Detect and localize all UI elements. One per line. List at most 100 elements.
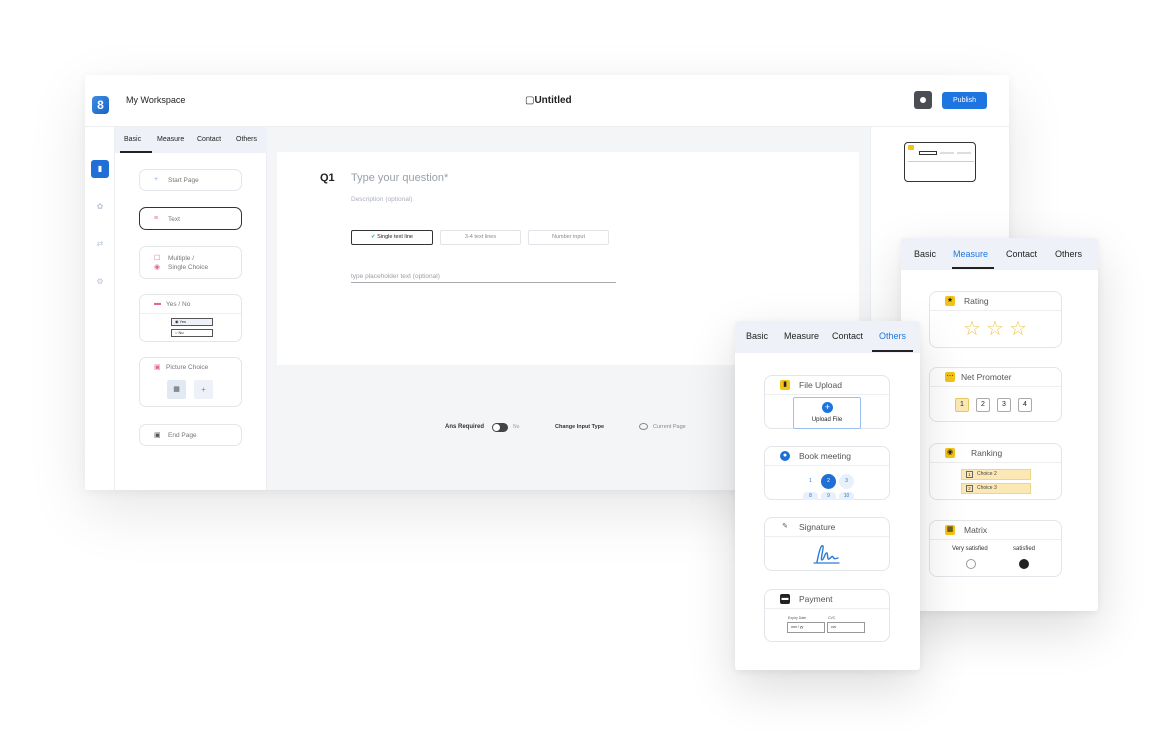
page-thumbnail[interactable] — [904, 142, 976, 182]
tab-basic[interactable]: Basic — [124, 136, 141, 143]
meeting-slot[interactable]: 9 — [821, 492, 836, 500]
top-bar: 8 My Workspace ▢Untitled Publish — [85, 75, 1009, 127]
publish-button[interactable]: Publish — [942, 92, 987, 109]
element-picture-choice[interactable]: ▣ Picture Choice ▦ + — [139, 357, 242, 407]
eye-icon — [639, 423, 648, 430]
thumbnail-block — [919, 151, 937, 155]
expiry-input[interactable]: mm / yy — [787, 622, 825, 633]
thumbnail-line — [957, 152, 971, 154]
ans-required-label: Ans Required — [445, 424, 485, 430]
star-icon: ★ — [945, 296, 955, 306]
element-label: Text — [168, 216, 180, 223]
element-rating[interactable]: ★ Rating ☆ ☆ ☆ — [929, 291, 1062, 348]
meeting-slot-selected[interactable]: 2 — [821, 474, 836, 489]
card-title: Payment — [799, 594, 833, 604]
question-text-input[interactable]: Type your question* — [351, 172, 448, 184]
shuffle-icon[interactable]: ⇄ — [93, 237, 107, 251]
meeting-slot[interactable]: 3 — [839, 474, 854, 489]
input-type-number[interactable]: Number input — [528, 230, 609, 245]
active-tab-indicator — [952, 267, 994, 269]
element-book-meeting[interactable]: ● Book meeting 1 2 3 8 9 10 — [764, 446, 890, 500]
element-start-page[interactable]: + Start Page — [139, 169, 242, 191]
input-type-multi-line[interactable]: 3-4 text lines — [440, 230, 521, 245]
meeting-slot[interactable]: 1 — [803, 474, 818, 489]
workspace-name[interactable]: My Workspace — [126, 95, 185, 105]
tab-others[interactable]: Others — [236, 136, 257, 143]
preview-button[interactable] — [914, 91, 932, 109]
radio-icon: ◉ — [154, 264, 161, 271]
signature-drawing-icon — [813, 545, 840, 564]
thumbnail-divider — [908, 161, 974, 162]
thumbnail-badge-icon — [908, 145, 914, 150]
meeting-slot[interactable]: 10 — [839, 492, 854, 500]
tab-basic[interactable]: Basic — [746, 331, 768, 341]
meeting-slot[interactable]: 8 — [803, 492, 818, 500]
tab-measure[interactable]: Measure — [157, 136, 184, 143]
nps-option[interactable]: 3 — [997, 398, 1011, 412]
element-label: Yes / No — [166, 301, 191, 308]
tab-others[interactable]: Others — [879, 331, 906, 341]
tab-contact[interactable]: Contact — [832, 331, 863, 341]
ranking-choice[interactable]: 1 Choice 2 — [961, 469, 1031, 480]
elements-tabs: Basic Measure Contact Others — [115, 127, 267, 153]
gear-icon[interactable]: ⚙ — [93, 275, 107, 289]
rank-number: 1 — [966, 471, 973, 478]
cvc-input[interactable]: cvc — [827, 622, 865, 633]
document-title[interactable]: ▢Untitled — [525, 95, 572, 106]
yes-option: ◉ Yes — [171, 318, 213, 326]
placeholder-text-input[interactable]: type placeholder text (optional) — [351, 273, 616, 283]
change-input-type-button[interactable]: Change Input Type — [555, 424, 604, 430]
card-title: Net Promoter — [961, 372, 1012, 382]
tab-contact[interactable]: Contact — [197, 136, 221, 143]
nps-option[interactable]: 2 — [976, 398, 990, 412]
upload-file-button[interactable]: + Upload File — [793, 397, 861, 429]
tab-others[interactable]: Others — [1055, 249, 1082, 259]
credit-card-icon: ▬ — [780, 594, 790, 604]
no-label: No — [178, 330, 184, 335]
nps-option[interactable]: 4 — [1018, 398, 1032, 412]
dots-icon: ⋯ — [945, 372, 955, 382]
ranking-choice[interactable]: 2 Choice 3 — [961, 483, 1031, 494]
text-lines-icon: ≡ — [154, 215, 159, 222]
active-tab-indicator — [872, 350, 913, 352]
input-type-single-line[interactable]: ✔ Single text line — [351, 230, 433, 245]
element-multiple-choice[interactable]: ☐ ◉ Multiple / Single Choice — [139, 246, 242, 279]
tab-measure[interactable]: Measure — [784, 331, 819, 341]
element-net-promoter[interactable]: ⋯ Net Promoter 1 2 3 4 — [929, 367, 1062, 422]
element-ranking[interactable]: ◉ Ranking 1 Choice 2 2 Choice 3 — [929, 443, 1062, 500]
palette-icon[interactable]: ✿ — [93, 200, 107, 214]
element-matrix[interactable]: ▦ Matrix Very satisfied satisfied — [929, 520, 1062, 577]
card-header: ◉ Ranking — [930, 444, 1061, 463]
element-yes-no[interactable]: ▬ Yes / No ◉ Yes ○ No — [139, 294, 242, 342]
element-payment[interactable]: ▬ Payment Expiry Date CVC mm / yy cvc — [764, 589, 890, 642]
calendar-icon: ● — [780, 451, 790, 461]
matrix-column-label: Very satisfied — [952, 546, 988, 552]
card-header: ▦ Matrix — [930, 521, 1061, 540]
plus-icon: + — [154, 176, 159, 183]
divider — [140, 313, 241, 314]
element-file-upload[interactable]: ▮ File Upload + Upload File — [764, 375, 890, 429]
toggle-icon: ▬ — [154, 300, 161, 307]
nps-option[interactable]: 1 — [955, 398, 969, 412]
element-end-page[interactable]: ▣ End Page — [139, 424, 242, 446]
card-title: File Upload — [799, 380, 842, 390]
document-icon[interactable]: ▮ — [91, 160, 109, 178]
current-page-button[interactable]: Current Page — [653, 424, 686, 430]
element-signature[interactable]: ✎ Signature — [764, 517, 890, 571]
element-text[interactable]: ≡ Text — [139, 207, 242, 230]
star-icon: ☆ — [963, 318, 981, 340]
tab-measure[interactable]: Measure — [953, 249, 988, 259]
question-number: Q1 — [320, 172, 335, 184]
tab-basic[interactable]: Basic — [914, 249, 936, 259]
upload-file-label: Upload File — [811, 417, 843, 423]
matrix-column-label: satisfied — [1013, 546, 1036, 552]
matrix-radio[interactable] — [966, 559, 976, 569]
matrix-radio-selected[interactable] — [1019, 559, 1029, 569]
star-icon: ☆ — [986, 318, 1004, 340]
card-title: Ranking — [971, 448, 1003, 458]
question-description-input[interactable]: Description (optional) — [351, 196, 412, 203]
tab-contact[interactable]: Contact — [1006, 249, 1037, 259]
app-logo-icon[interactable]: 8 — [92, 96, 109, 114]
card-title: Rating — [964, 296, 989, 306]
ans-required-toggle[interactable] — [492, 423, 508, 432]
